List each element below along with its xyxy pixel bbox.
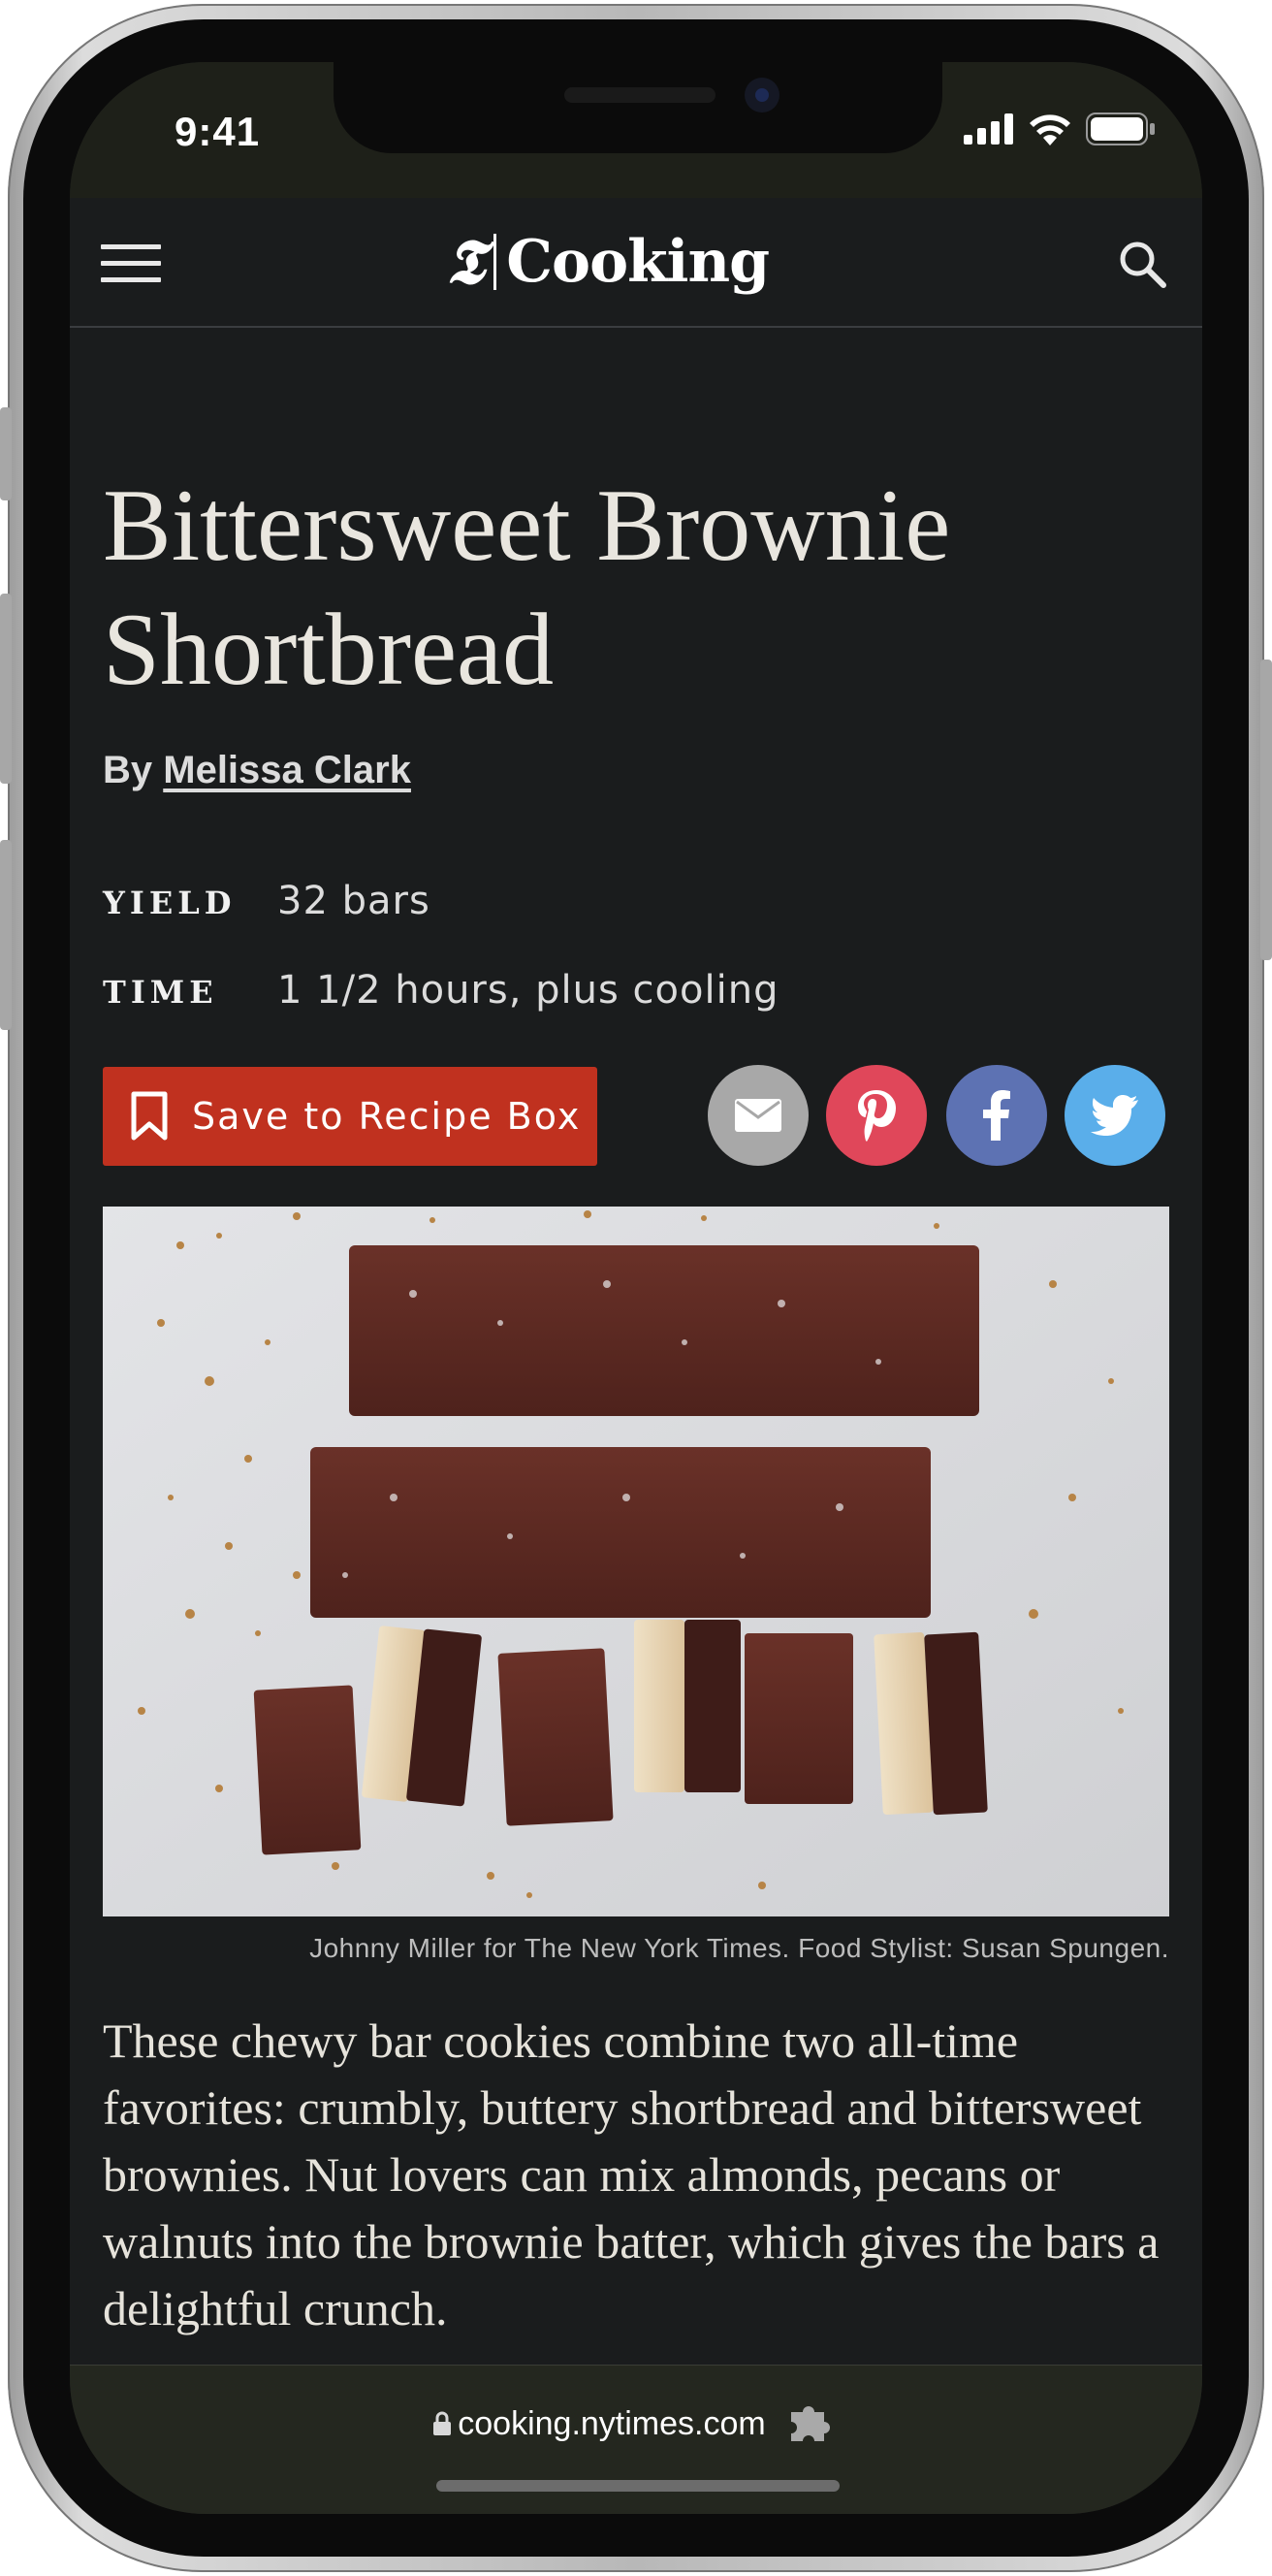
share-twitter-button[interactable] [1065, 1065, 1165, 1166]
time-value: 1 1/2 hours, plus cooling [277, 968, 779, 1013]
nyt-cooking-logo[interactable]: 𝕿 Cooking [446, 223, 770, 301]
signal-icon [964, 113, 1013, 145]
battery-icon [1086, 113, 1155, 145]
screen: 9:41 𝕿 Cooking Bittersweet Brownie Short… [70, 62, 1202, 2514]
yield-row: YIELD 32 bars [103, 879, 430, 923]
bookmark-icon [131, 1091, 168, 1141]
byline: By Melissa Clark [103, 749, 411, 792]
recipe-title: Bittersweet Brownie Shortbread [103, 468, 951, 706]
front-camera [745, 78, 779, 113]
url-text: cooking.nytimes.com [458, 2404, 766, 2442]
author-link[interactable]: Melissa Clark [163, 749, 411, 791]
share-pinterest-button[interactable] [826, 1065, 927, 1166]
status-time: 9:41 [175, 109, 261, 154]
time-row: TIME 1 1/2 hours, plus cooling [103, 968, 779, 1013]
pinterest-icon [858, 1090, 896, 1142]
recipe-description: These chewy bar cookies combine two all-… [103, 2013, 1160, 2335]
search-icon[interactable] [1117, 239, 1167, 289]
action-button [0, 407, 12, 500]
volume-up-button [0, 594, 12, 784]
browser-address-bar[interactable]: cooking.nytimes.com [70, 2365, 1202, 2514]
hamburger-menu-icon[interactable] [101, 244, 161, 283]
logo-text: Cooking [506, 228, 770, 296]
home-indicator[interactable] [436, 2480, 840, 2492]
save-button-label: Save to Recipe Box [192, 1095, 582, 1138]
status-bar: 9:41 [70, 62, 1202, 198]
byline-prefix: By [103, 749, 164, 791]
status-icons [964, 113, 1156, 145]
notch [334, 62, 942, 153]
speaker [564, 87, 716, 103]
extension-puzzle-icon[interactable] [785, 2404, 840, 2443]
share-email-button[interactable] [708, 1065, 809, 1166]
logo-divider [493, 234, 497, 290]
share-facebook-button[interactable] [946, 1065, 1047, 1166]
yield-label: YIELD [103, 885, 237, 921]
save-to-recipe-box-button[interactable]: Save to Recipe Box [103, 1067, 597, 1166]
nyt-t-logo-mark: 𝕿 [446, 225, 485, 299]
volume-down-button [0, 840, 12, 1030]
url-display[interactable]: cooking.nytimes.com [70, 2404, 1202, 2443]
recipe-photo [103, 1207, 1169, 1916]
time-label: TIME [103, 974, 218, 1011]
wifi-icon [1030, 114, 1070, 145]
yield-value: 32 bars [277, 879, 430, 923]
lock-icon [433, 2411, 452, 2435]
photo-caption: Johnny Miller for The New York Times. Fo… [309, 1933, 1169, 1963]
envelope-icon [735, 1099, 781, 1132]
power-button [1260, 660, 1272, 960]
site-header: 𝕿 Cooking [70, 198, 1202, 328]
brownie-shortbread-photo [103, 1207, 1169, 1916]
facebook-icon [983, 1090, 1010, 1141]
twitter-icon [1091, 1095, 1138, 1136]
